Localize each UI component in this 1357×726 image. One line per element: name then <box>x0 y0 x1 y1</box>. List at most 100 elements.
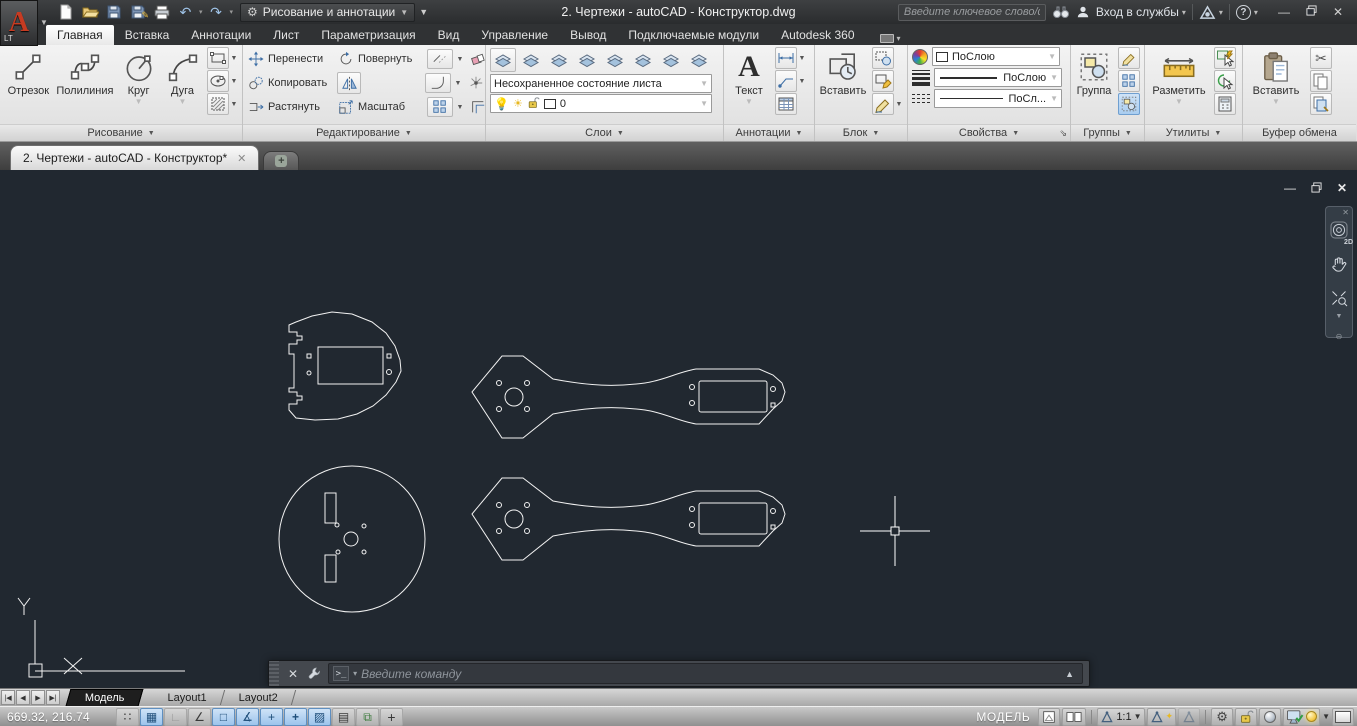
pan-button[interactable] <box>1330 255 1349 277</box>
mirror-button[interactable] <box>337 72 361 94</box>
fillet-button[interactable] <box>425 73 451 93</box>
drawing-area[interactable]: — ✕ ✕ 2D ▼ ⊖ ✕ >_ ▾ ▲ <box>0 170 1357 688</box>
ribbon-tab-parametric[interactable]: Параметризация <box>310 25 426 45</box>
hatch-dropdown-caret-icon[interactable]: ▼ <box>230 101 238 108</box>
navbar-customize-icon[interactable]: ⊖ <box>1336 332 1343 341</box>
cut-button[interactable]: ✂ <box>1310 47 1332 69</box>
undo-dropdown-caret-icon[interactable]: ▾ <box>199 8 203 16</box>
properties-dialog-launcher-icon[interactable]: ⇘ <box>1059 128 1067 139</box>
copy-button[interactable]: Копировать <box>268 77 334 89</box>
signin-button[interactable]: Вход в службы▾ <box>1096 5 1186 19</box>
block-attributes-button[interactable] <box>872 70 894 92</box>
line-button[interactable]: Отрезок <box>4 47 53 97</box>
hardware-acceleration-button[interactable] <box>1283 708 1320 726</box>
insert-block-button[interactable]: Вставить <box>819 47 867 97</box>
qat-customize-button[interactable]: ▼ <box>419 7 428 17</box>
layer-properties-button[interactable] <box>490 48 516 72</box>
toggle-grid-display[interactable]: ▦ <box>140 708 163 726</box>
window-minimize-button[interactable]: — <box>1278 5 1290 19</box>
zoom-dropdown-caret-icon[interactable]: ▼ <box>1336 313 1343 320</box>
window-close-button[interactable]: ✕ <box>1333 5 1343 19</box>
panel-label-layers[interactable]: Слои▼ <box>486 124 723 141</box>
layer-freeze-button[interactable] <box>658 48 684 72</box>
group-edit-button[interactable] <box>1118 70 1140 92</box>
paste-dropdown-caret-icon[interactable]: ▼ <box>1272 97 1280 106</box>
layout-last-button[interactable]: ▶| <box>46 690 60 705</box>
isolate-objects-button[interactable] <box>1259 708 1281 726</box>
command-input[interactable] <box>361 667 1057 681</box>
ellipse-dropdown-caret-icon[interactable]: ▼ <box>230 78 238 85</box>
command-line-close-icon[interactable]: ✕ <box>281 667 305 681</box>
app-menu-caret-icon[interactable]: ▼ <box>40 18 48 27</box>
array-dropdown-caret-icon[interactable]: ▼ <box>456 104 464 111</box>
hatch-button[interactable] <box>207 93 229 115</box>
navigation-bar[interactable]: ✕ 2D ▼ ⊖ <box>1325 206 1353 338</box>
group-button[interactable]: Группа <box>1075 47 1113 97</box>
copy-clip-button[interactable] <box>1310 70 1332 92</box>
scale-button[interactable]: Масштаб <box>358 101 424 113</box>
command-history-caret-icon[interactable]: ▲ <box>1061 669 1078 679</box>
layer-unlock-icon[interactable] <box>527 96 540 112</box>
annotation-visibility-button[interactable]: ✦ <box>1147 708 1177 726</box>
ellipse-button[interactable] <box>207 70 229 92</box>
ribbon-tab-annotate[interactable]: Аннотации <box>180 25 262 45</box>
explode-button[interactable] <box>465 73 487 93</box>
ribbon-tab-layout[interactable]: Лист <box>262 25 310 45</box>
drawings-quickview-button[interactable] <box>1062 708 1086 726</box>
layer-dropdown[interactable]: 💡 ☀ 0 ▼ <box>490 94 712 113</box>
toggle-transparency[interactable]: ▨ <box>308 708 331 726</box>
panel-label-clipboard[interactable]: Буфер обмена <box>1243 124 1356 141</box>
lineweight-icon[interactable] <box>912 70 930 86</box>
qat-saveas-button[interactable]: ✎ <box>126 2 149 22</box>
rectangle-button[interactable] <box>207 47 229 69</box>
panel-label-annotation[interactable]: Аннотации▼ <box>724 124 814 141</box>
new-drawing-tab-button[interactable]: + <box>263 151 299 170</box>
trim-dropdown-caret-icon[interactable]: ▼ <box>456 56 464 63</box>
clean-screen-button[interactable] <box>1332 708 1354 726</box>
ribbon-minimize-button[interactable]: ▾ <box>874 32 907 45</box>
ribbon-tab-view[interactable]: Вид <box>427 25 471 45</box>
block-edit-caret-icon[interactable]: ▼ <box>895 101 903 108</box>
measure-button[interactable]: Разметить ▼ <box>1149 47 1209 106</box>
group-selection-toggle[interactable] <box>1118 93 1140 115</box>
rectangle-dropdown-caret-icon[interactable]: ▼ <box>230 55 238 62</box>
workspace-switcher[interactable]: ⚙ Рисование и аннотации ▼ <box>240 3 415 22</box>
auto-annotation-scale-button[interactable] <box>1178 708 1200 726</box>
dimension-dropdown-caret-icon[interactable]: ▼ <box>798 55 806 62</box>
array-button[interactable] <box>427 97 453 117</box>
trim-button[interactable] <box>427 49 453 69</box>
linetype-dropdown[interactable]: ПоСл... ▼ <box>934 89 1062 108</box>
rotate-button[interactable]: Повернуть <box>358 53 424 65</box>
help-button[interactable]: ?▾ <box>1236 5 1258 20</box>
copy-with-base-point-button[interactable] <box>1310 93 1332 115</box>
panel-label-draw[interactable]: Рисование▼ <box>0 124 242 141</box>
help-search-input[interactable] <box>898 4 1046 21</box>
toggle-dynamic-input[interactable]: + <box>260 708 283 726</box>
command-line-settings-wrench-icon[interactable] <box>305 666 328 681</box>
ribbon-tab-insert[interactable]: Вставка <box>114 25 181 45</box>
qat-redo-button[interactable]: ↷ <box>205 2 228 22</box>
create-block-button[interactable] <box>872 47 894 69</box>
redo-dropdown-caret-icon[interactable]: ▾ <box>230 8 234 16</box>
ribbon-tab-plugins[interactable]: Подключаемые модули <box>617 25 770 45</box>
qat-save-button[interactable] <box>102 2 125 22</box>
text-button[interactable]: A Текст ▼ <box>728 47 770 106</box>
doc-close-button[interactable]: ✕ <box>1337 183 1347 193</box>
panel-label-block[interactable]: Блок▼ <box>815 124 907 141</box>
annotation-scale-button[interactable]: 1:1 ▼ <box>1097 708 1144 726</box>
linetype-icon[interactable] <box>912 94 930 103</box>
ui-lock-button[interactable] <box>1235 708 1257 726</box>
layer-thaw-sun-icon[interactable]: ☀ <box>513 97 523 110</box>
command-line-drag-handle[interactable] <box>269 661 279 686</box>
move-button[interactable]: Перенести <box>268 53 334 65</box>
color-wheel-icon[interactable] <box>912 49 928 65</box>
text-dropdown-caret-icon[interactable]: ▼ <box>745 97 753 106</box>
workspace-gear-button[interactable]: ⚙ <box>1211 708 1233 726</box>
doc-minimize-button[interactable]: — <box>1284 183 1296 193</box>
command-line-window[interactable]: ✕ >_ ▾ ▲ <box>268 660 1090 687</box>
toggle-annotation-monitor[interactable]: + <box>380 708 403 726</box>
signin-user-icon[interactable] <box>1076 5 1090 19</box>
file-tab[interactable]: 2. Чертежи - autoCAD - Конструктор* ✕ <box>10 145 259 170</box>
doc-restore-button[interactable] <box>1311 182 1322 194</box>
panel-label-utilities[interactable]: Утилиты▼ <box>1145 124 1242 141</box>
